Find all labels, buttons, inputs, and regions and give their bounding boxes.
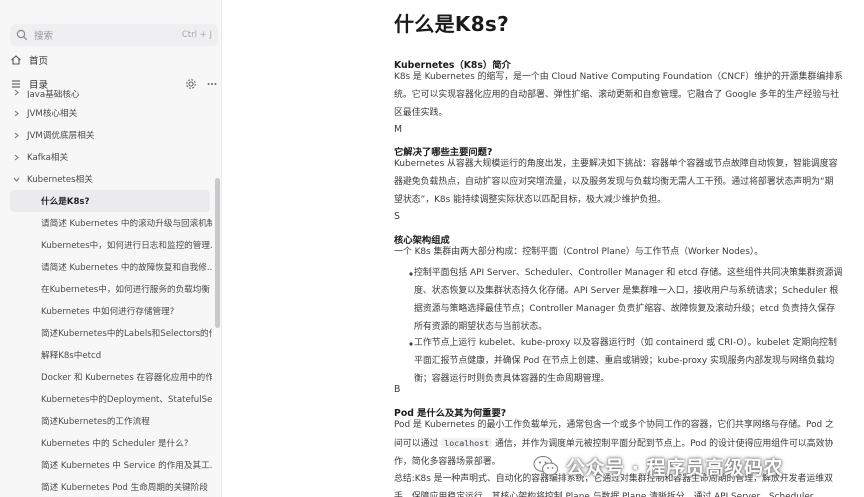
toc-item[interactable]: 简述 Kubernetes Pod 生命周期的关键阶段 <box>0 476 212 497</box>
toc-item-label: 解释K8s中etcd <box>41 351 102 361</box>
toc-item-label: Docker 和 Kubernetes 在容器化应用中的作... <box>41 373 212 383</box>
toc-item[interactable]: 在Kubernetes中，如何进行服务的负载均衡 <box>0 278 212 300</box>
paragraph-problems: Kubernetes 从容器大规模运行的角度出发，主要解决如下挑战：容器单个容器… <box>394 159 838 205</box>
toc-item-label: Kubernetes中的Deployment、StatefulSet... <box>41 395 212 405</box>
chevron-right-icon[interactable] <box>12 131 21 140</box>
toc-item-label: Kafka相关 <box>27 153 69 163</box>
toc-item-label: 在Kubernetes中，如何进行服务的负载均衡 <box>41 285 210 295</box>
toc-item-label: 简述 Kubernetes Pod 生命周期的关键阶段 <box>41 483 208 493</box>
page-title: 什么是K8s? <box>394 12 510 36</box>
chevron-right-icon[interactable] <box>12 109 21 118</box>
chevron-right-icon[interactable] <box>12 88 21 97</box>
toc-item-label: Kubernetes 中的 Scheduler 是什么? <box>41 439 189 449</box>
toc-group[interactable]: Java基础核心 <box>0 88 212 98</box>
wechat-icon <box>533 456 558 476</box>
bullet-control-plane: 控制平面包括 API Server、Scheduler、Controller M… <box>414 268 843 332</box>
toc-item-label: JVM调优底层相关 <box>27 131 95 141</box>
toc-item-label: Kubernetes 中如何进行存储管理? <box>41 307 175 317</box>
search-box[interactable]: 搜索 Ctrl + J <box>10 24 218 46</box>
toc-item-label: 简述Kubernetes中的Labels和Selectors的作用 <box>41 329 212 339</box>
home-nav-item[interactable]: 首页 <box>10 50 218 70</box>
search-icon <box>16 29 28 41</box>
home-label: 首页 <box>29 56 49 67</box>
toc-item[interactable]: 请简述 Kubernetes 中的故障恢复和自我修... <box>0 256 212 278</box>
toc-item[interactable]: 什么是K8s? <box>10 190 210 212</box>
search-shortcut: Ctrl + J <box>181 30 212 40</box>
section-marker: S <box>394 211 400 222</box>
toc-item[interactable]: Kubernetes 中如何进行存储管理? <box>0 300 212 322</box>
toc-group[interactable]: Kubernetes相关 <box>0 168 212 190</box>
section-marker: M <box>394 124 403 135</box>
toc-item[interactable]: Kubernetes中，如何进行日志和监控的管理... <box>0 234 212 256</box>
home-icon <box>11 55 21 65</box>
toc-group[interactable]: JVM核心相关 <box>0 102 212 124</box>
toc-item-label: Kubernetes中，如何进行日志和监控的管理... <box>41 241 212 251</box>
toc-item[interactable]: 简述Kubernetes中的Labels和Selectors的作用 <box>0 322 212 344</box>
toc-item-label: Java基础核心 <box>27 90 80 98</box>
toc-item[interactable]: Kubernetes中的Deployment、StatefulSet... <box>0 388 212 410</box>
sidebar: 搜索 Ctrl + J 首页 目录 Java基础核心 JVM核心相关 JVM调优底层… <box>0 0 222 497</box>
toc-item-label: 请简述 Kubernetes 中的故障恢复和自我修... <box>41 263 212 273</box>
bullet-worker-nodes: 工作节点上运行 kubelet、kube-proxy 以及容器运行时（如 con… <box>414 338 837 384</box>
toc-item-label: 请简述 Kubernetes 中的滚动升级与回滚机制 <box>41 219 212 229</box>
sidebar-scrollbar[interactable] <box>215 178 220 328</box>
section-marker: B <box>394 384 401 395</box>
wechat-watermark: 公众号 · 程序员高级码农 <box>532 442 783 490</box>
toc-item[interactable]: Docker 和 Kubernetes 在容器化应用中的作... <box>0 366 212 388</box>
toc-item[interactable]: 简述Kubernetes的工作流程 <box>0 410 212 432</box>
toc-group[interactable]: JVM调优底层相关 <box>0 124 212 146</box>
toc-item[interactable]: 解释K8s中etcd <box>0 344 212 366</box>
search-input[interactable]: 搜索 <box>34 28 182 42</box>
toc-item-label: 什么是K8s? <box>41 197 90 207</box>
toc-item-label: 简述 Kubernetes 中 Service 的作用及其工... <box>41 461 212 471</box>
chevron-right-icon[interactable] <box>12 153 21 162</box>
toc-item[interactable]: 简述 Kubernetes 中 Service 的作用及其工... <box>0 454 212 476</box>
chevron-down-icon[interactable] <box>12 175 21 184</box>
article-pane: 什么是K8s? Kubernetes（K8s）简介 K8s 是 Kubernet… <box>223 0 864 497</box>
toc-item[interactable]: 请简述 Kubernetes 中的滚动升级与回滚机制 <box>0 212 212 234</box>
toc-item-label: 简述Kubernetes的工作流程 <box>41 417 150 427</box>
watermark-text: 公众号 · 程序员高级码农 <box>566 456 783 479</box>
toc-item-label: Kubernetes相关 <box>27 175 93 185</box>
toc-group[interactable]: Kafka相关 <box>0 146 212 168</box>
inline-code: localhost <box>441 438 493 448</box>
paragraph-architecture-intro: 一个 K8s 集群由两大部分构成：控制平面（Control Plane）与工作节… <box>394 247 764 257</box>
toc-item[interactable]: Kubernetes 中的 Scheduler 是什么? <box>0 432 212 454</box>
paragraph-intro: K8s 是 Kubernetes 的缩写，是一个由 Cloud Native C… <box>394 72 843 118</box>
toc-item-label: JVM核心相关 <box>27 109 78 119</box>
